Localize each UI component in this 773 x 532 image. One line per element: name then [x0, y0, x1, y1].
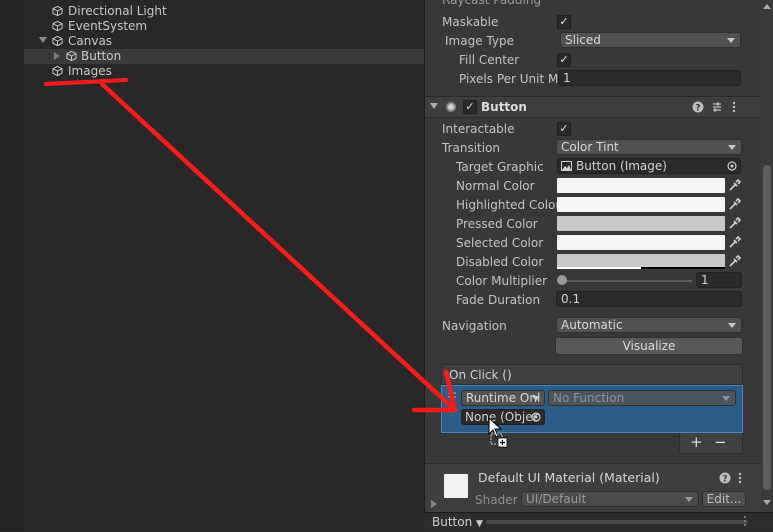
- annotation-overlay: [44, 78, 508, 448]
- annotation-arrow-shaft: [99, 81, 458, 413]
- annotation-underline: [44, 78, 128, 86]
- drag-cursor-icon: [488, 416, 508, 448]
